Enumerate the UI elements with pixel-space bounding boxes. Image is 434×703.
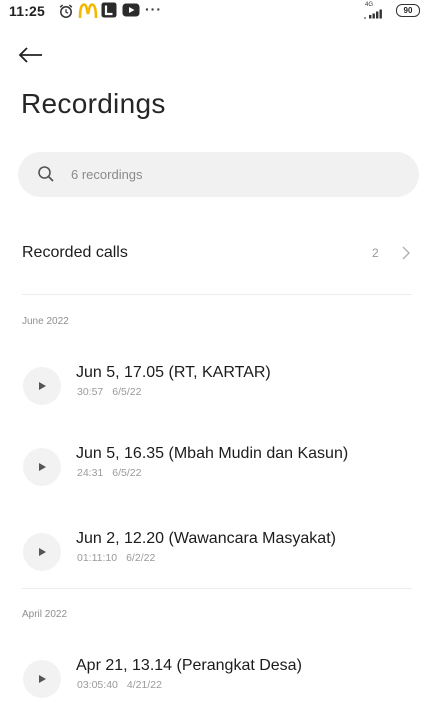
recording-duration: 03:05:40 bbox=[77, 679, 118, 691]
play-icon bbox=[39, 382, 46, 390]
recording-item[interactable]: Jun 5, 17.05 (RT, KARTAR) 30:57 6/5/22 bbox=[0, 360, 434, 410]
linkedin-app-icon bbox=[101, 2, 117, 23]
recording-date: 6/2/22 bbox=[126, 552, 156, 564]
recording-duration: 01:11:10 bbox=[77, 552, 118, 564]
back-arrow-icon bbox=[18, 47, 42, 63]
recording-duration: 30:57 bbox=[77, 386, 104, 398]
play-button[interactable] bbox=[23, 448, 61, 486]
status-time: 11:25 bbox=[9, 3, 46, 19]
search-icon bbox=[37, 165, 55, 188]
divider bbox=[22, 294, 412, 295]
play-icon bbox=[39, 675, 46, 683]
signal-icon bbox=[364, 6, 386, 24]
recording-title: Jun 5, 17.05 (RT, KARTAR) bbox=[76, 364, 271, 381]
recording-date: 6/5/22 bbox=[112, 467, 142, 479]
section-header-june-2022: June 2022 bbox=[22, 316, 69, 327]
recording-date: 4/21/22 bbox=[126, 679, 162, 691]
recording-title: Jun 2, 12.20 (Wawancara Masyakat) bbox=[76, 530, 336, 547]
section-header-april-2022: April 2022 bbox=[22, 609, 68, 620]
search-bar[interactable] bbox=[18, 152, 419, 197]
more-notifications-indicator: ··· bbox=[145, 1, 162, 17]
play-icon bbox=[39, 548, 46, 556]
play-icon bbox=[39, 463, 46, 471]
recording-item[interactable]: Jun 2, 12.20 (Wawancara Masyakat) 01:11:… bbox=[0, 526, 434, 576]
search-input[interactable] bbox=[71, 152, 391, 197]
recording-meta: 01:11:10 6/2/22 bbox=[77, 552, 164, 564]
play-button[interactable] bbox=[23, 367, 61, 405]
recording-date: 6/5/22 bbox=[112, 386, 142, 398]
divider bbox=[22, 588, 412, 589]
back-button[interactable] bbox=[16, 42, 48, 68]
recording-meta: 30:57 6/5/22 bbox=[77, 386, 150, 398]
play-button[interactable] bbox=[23, 660, 61, 698]
alarm-clock-icon bbox=[58, 3, 74, 24]
recorded-calls-count: 2 bbox=[372, 246, 379, 260]
recording-title: Apr 21, 13.14 (Perangkat Desa) bbox=[76, 657, 302, 674]
chevron-right-icon bbox=[400, 243, 412, 268]
mcdonalds-app-icon bbox=[78, 3, 98, 24]
recording-meta: 24:31 6/5/22 bbox=[77, 467, 150, 479]
recording-item[interactable]: Jun 5, 16.35 (Mbah Mudin dan Kasun) 24:3… bbox=[0, 441, 434, 491]
recorded-calls-row[interactable]: Recorded calls 2 bbox=[0, 230, 434, 276]
youtube-app-icon bbox=[122, 3, 140, 22]
status-bar: 11:25 ··· 4G 90 bbox=[0, 0, 434, 26]
recording-meta: 03:05:40 4/21/22 bbox=[77, 679, 171, 691]
play-button[interactable] bbox=[23, 533, 61, 571]
recording-duration: 24:31 bbox=[77, 467, 104, 479]
battery-icon: 90 bbox=[396, 4, 420, 17]
recorded-calls-label: Recorded calls bbox=[22, 244, 128, 261]
page-title: Recordings bbox=[21, 88, 166, 119]
recording-title: Jun 5, 16.35 (Mbah Mudin dan Kasun) bbox=[76, 445, 349, 462]
